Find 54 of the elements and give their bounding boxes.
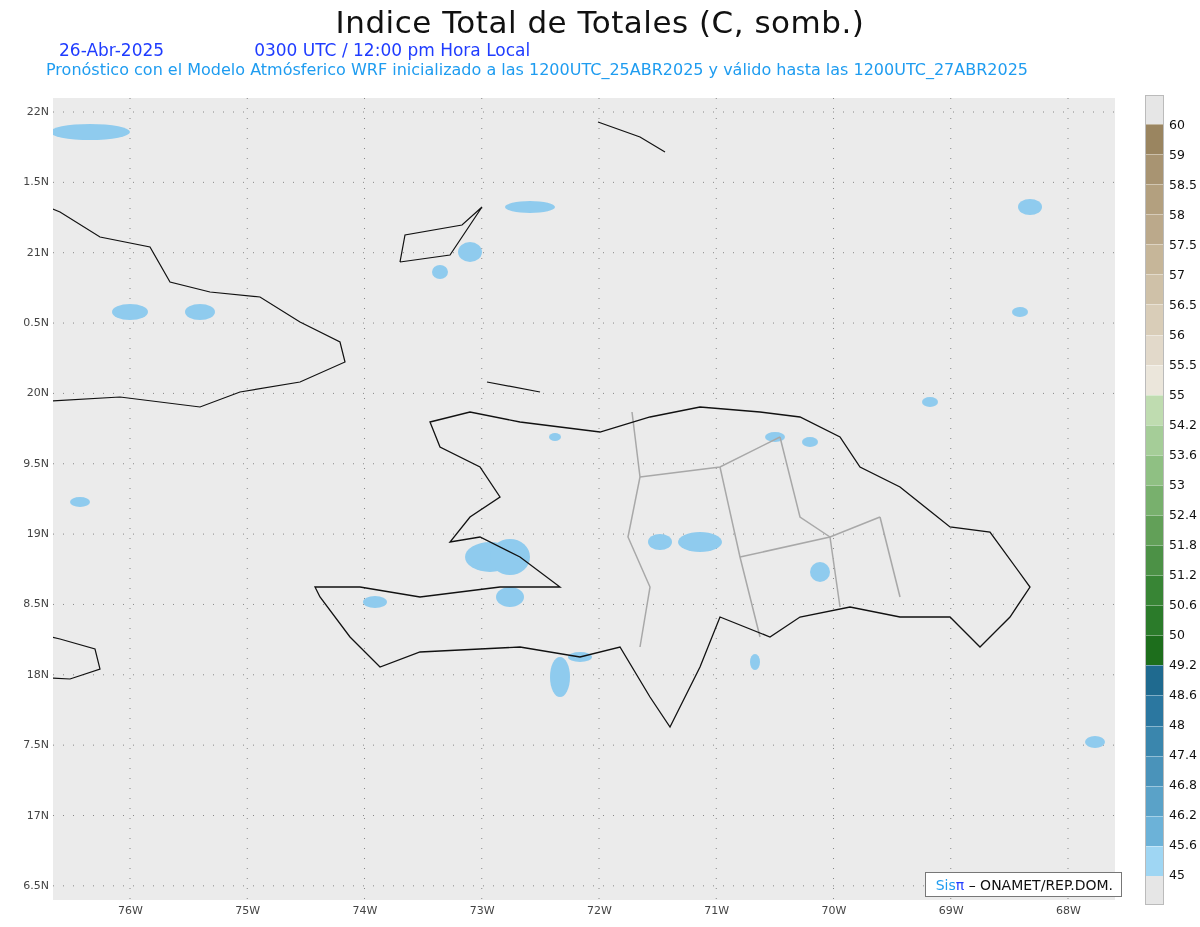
color-scale-cap: [1146, 96, 1163, 124]
latitude-label: 22N: [26, 105, 49, 118]
latitude-label: 0.5N: [23, 316, 49, 330]
scale-label: 47.4: [1169, 746, 1197, 762]
scale-label: 58: [1169, 206, 1185, 222]
scale-label: 49.2: [1169, 656, 1197, 672]
longitude-label: 70W: [821, 904, 847, 917]
latitude-label: 20N: [26, 386, 49, 400]
longitude-label: 74W: [352, 904, 378, 917]
scale-label: 53.6: [1169, 446, 1197, 462]
scale-label: 53: [1169, 476, 1185, 492]
scale-label: 60: [1169, 116, 1185, 132]
latitude-label: 7.5N: [23, 738, 49, 752]
scale-label: 59: [1169, 146, 1185, 162]
latitude-label: 18N: [26, 667, 49, 681]
scale-label: 57: [1169, 266, 1185, 282]
latitude-label: 17N: [26, 808, 49, 822]
scale-label: 58.5: [1169, 176, 1197, 192]
scale-label: 56.5: [1169, 296, 1197, 312]
scale-label: 57.5: [1169, 236, 1197, 252]
latitude-label: 8.5N: [23, 597, 49, 611]
scale-label: 45: [1169, 866, 1185, 882]
longitude-label: 73W: [469, 904, 495, 917]
forecast-date: 26-Abr-2025: [59, 40, 165, 60]
scale-label: 48.6: [1169, 686, 1197, 702]
forecast-description: Pronóstico con el Modelo Atmósferico WRF inicializado a las 1200UTC_25ABR2025 y válido hasta las 1200UTC_27ABR2025: [46, 60, 1029, 80]
scale-label: 56: [1169, 326, 1185, 342]
latitude-label: 1.5N: [23, 175, 49, 189]
latitude-label: 9.5N: [23, 456, 49, 470]
longitude-label: 68W: [1056, 904, 1081, 917]
longitude-label: 75W: [235, 904, 261, 917]
scale-label: 46.8: [1169, 776, 1197, 792]
scale-label: 48: [1169, 716, 1185, 732]
forecast-time: 0300 UTC / 12:00 pm Hora Local: [254, 40, 531, 60]
credit-text: Sisπ – ONAMET/REP.DOM.: [935, 877, 1113, 893]
color-scale-cap: [1146, 875, 1163, 904]
longitude-label: 72W: [587, 904, 612, 917]
longitude-label: 69W: [938, 904, 964, 917]
scale-label: 54.2: [1169, 416, 1197, 432]
latitude-label: 21N: [26, 245, 49, 259]
scale-label: 50: [1169, 626, 1185, 642]
scale-label: 46.2: [1169, 806, 1197, 822]
scale-label: 55.5: [1169, 356, 1197, 372]
latitude-label: 19N: [26, 527, 49, 541]
scale-label: 51.2: [1169, 566, 1197, 582]
scale-label: 45.6: [1169, 836, 1197, 852]
scale-label: 55: [1169, 386, 1185, 402]
longitude-label: 76W: [118, 904, 143, 917]
scale-label: 51.8: [1169, 536, 1197, 552]
scale-label: 52.4: [1169, 506, 1197, 522]
longitude-label: 71W: [704, 904, 730, 917]
latitude-label: 6.5N: [23, 878, 49, 892]
scale-label: 50.6: [1169, 596, 1197, 612]
chart-title: Indice Total de Totales (C, somb.): [334, 4, 866, 40]
